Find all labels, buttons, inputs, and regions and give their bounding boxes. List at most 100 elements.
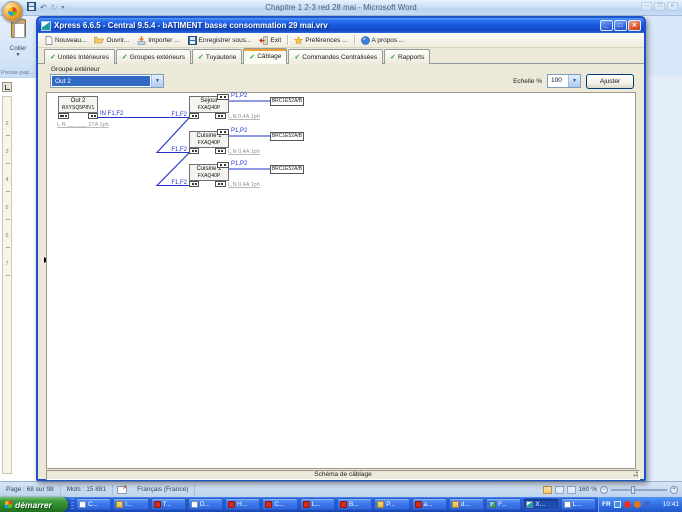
word-minimize-button[interactable]: — <box>641 2 652 11</box>
tab-stop-selector[interactable] <box>2 82 12 92</box>
p1p2-terminal <box>217 129 229 135</box>
office-logo-icon <box>8 7 17 16</box>
preferences-button[interactable]: Préférences ... <box>292 35 349 46</box>
tab-unites-interieures[interactable]: ✓Unités Intérieures <box>44 49 115 64</box>
tray-icon[interactable] <box>624 501 631 508</box>
scale-select[interactable]: 100 ▼ <box>547 74 581 88</box>
zoom-slider-thumb[interactable] <box>631 486 635 494</box>
indoor-unit-name: Sejour <box>200 98 217 104</box>
exit-button[interactable]: Exit <box>257 35 283 46</box>
task-button[interactable]: d... <box>449 498 484 510</box>
tab-tuyauterie[interactable]: ✓Tuyauterie <box>192 49 242 64</box>
tray-icon[interactable] <box>614 501 621 508</box>
paste-button[interactable]: Coller ▼ <box>4 19 32 75</box>
undo-icon[interactable]: ↶ <box>40 3 47 13</box>
wiring-lines <box>47 93 637 470</box>
office-button[interactable] <box>2 1 23 22</box>
word-close-button[interactable]: ✕ <box>667 2 678 11</box>
about-button[interactable]: A propos ... <box>359 35 407 46</box>
import-label: Importer ... <box>148 37 179 44</box>
chevron-down-icon[interactable]: ▼ <box>151 75 163 87</box>
resize-grip[interactable] <box>631 471 638 478</box>
wiring-canvas[interactable]: Out 2 RXYSQ5P8V1 IN F1,F2 L,N ___ ___ 27… <box>46 92 636 469</box>
clock[interactable]: 10:41 <box>663 501 679 508</box>
word-page-count[interactable]: Page : 68 sur 98 <box>0 485 61 495</box>
task-button[interactable]: H... <box>225 498 260 510</box>
new-button[interactable]: Nouveau... <box>43 35 88 46</box>
new-file-icon <box>45 36 53 45</box>
spellcheck-icon[interactable] <box>117 486 127 494</box>
pdf-icon <box>265 501 272 508</box>
ruler-number: 5 <box>3 205 11 211</box>
task-button[interactable]: a... <box>412 498 447 510</box>
task-button[interactable]: F... <box>486 498 521 510</box>
scale-value: 100 <box>548 75 568 87</box>
outdoor-unit-box[interactable]: Out 2 RXYSQ5P8V1 <box>58 96 98 113</box>
web-layout-view-button[interactable] <box>555 486 564 494</box>
zoom-slider[interactable] <box>611 489 667 491</box>
exit-icon <box>259 36 268 45</box>
chevron-down-icon[interactable]: ▼ <box>568 75 580 87</box>
word-language[interactable]: Français (France) <box>131 485 195 495</box>
redo-icon[interactable]: ↻ <box>51 3 58 13</box>
task-label: F... <box>498 501 507 508</box>
word-maximize-button[interactable]: ❐ <box>654 2 665 11</box>
task-button[interactable]: L... <box>300 498 335 510</box>
remote-model: BRC1E52A/B <box>272 166 302 172</box>
xpress-titlebar[interactable]: Xpress 6.6.5 - Central 9.5.4 - bATIMENT … <box>38 18 644 33</box>
zoom-in-button[interactable]: + <box>670 486 678 494</box>
tray-icon[interactable] <box>634 501 641 508</box>
xpress-tab-bar: ✓Unités Intérieures ✓Groupes extérieurs … <box>38 49 430 64</box>
xpress-statusbar: Schéma de câblage <box>46 470 640 480</box>
xpress-close-button[interactable]: ✕ <box>628 20 641 31</box>
f1f2-label: F1,F2 <box>165 147 187 153</box>
remote-controller-box[interactable]: BRC1E52A/B <box>270 165 304 174</box>
open-button[interactable]: Ouvrir... <box>92 35 131 45</box>
tab-cablage[interactable]: ✓Câblage <box>243 48 287 64</box>
tab-groupes-exterieurs[interactable]: ✓Groupes extérieurs <box>116 49 191 64</box>
open-folder-icon <box>94 36 104 44</box>
xpress-minimize-button[interactable]: _ <box>600 20 613 31</box>
save-as-button[interactable]: Enregistrer sous... <box>186 35 254 46</box>
task-button-active-xpress[interactable]: X... <box>523 498 558 510</box>
word-word-count[interactable]: Mots : 15 881 <box>61 485 113 495</box>
tab-label: Rapports <box>398 54 424 61</box>
image-icon <box>489 501 496 508</box>
task-button[interactable]: P... <box>374 498 409 510</box>
task-button[interactable]: B... <box>337 498 372 510</box>
ruler-number: 6 <box>3 233 11 239</box>
save-icon[interactable] <box>27 2 36 14</box>
task-button[interactable]: C... <box>262 498 297 510</box>
task-label: B... <box>349 501 359 508</box>
tray-icon[interactable] <box>644 501 651 508</box>
floppy-icon <box>188 36 197 45</box>
task-button[interactable]: T... <box>151 498 186 510</box>
xpress-app-icon <box>41 21 51 31</box>
draft-view-button[interactable] <box>567 486 576 494</box>
quick-launch-separator <box>71 499 74 510</box>
task-button[interactable]: D... <box>188 498 223 510</box>
adjust-button[interactable]: Ajuster <box>586 74 634 89</box>
outdoor-group-select[interactable]: Out 2 ▼ <box>50 74 164 88</box>
tab-rapports[interactable]: ✓Rapports <box>384 49 430 64</box>
document-icon <box>79 501 86 508</box>
start-button[interactable]: démarrer <box>0 497 68 512</box>
outdoor-power-terminal <box>58 113 69 119</box>
xpress-maximize-button[interactable]: □ <box>614 20 627 31</box>
task-button[interactable]: C... <box>76 498 111 510</box>
indoor-unit-model: FXAQ40P <box>190 173 228 180</box>
remote-controller-box[interactable]: BRC1E52A/B <box>270 132 304 141</box>
import-button[interactable]: Importer ... <box>135 35 181 46</box>
remote-controller-box[interactable]: BRC1E52A/B <box>270 97 304 106</box>
f1f2-label: F1,F2 <box>165 180 187 186</box>
desktop: ↶ ↻ ▾ Chapitre 1 2-3 red 28 mai - Micros… <box>0 0 682 512</box>
tab-commandes-centralisees[interactable]: ✓Commandes Centralisées <box>288 49 383 64</box>
task-button[interactable]: I... <box>113 498 148 510</box>
print-layout-view-button[interactable] <box>543 486 552 494</box>
vertical-ruler: 2 3 4 5 6 7 <box>2 96 12 474</box>
task-button[interactable]: L... <box>561 498 596 510</box>
zoom-out-button[interactable]: − <box>600 486 608 494</box>
language-indicator[interactable]: FR <box>602 501 611 508</box>
word-zoom-level[interactable]: 160 % <box>579 486 597 493</box>
qat-dropdown-icon[interactable]: ▾ <box>61 3 64 13</box>
